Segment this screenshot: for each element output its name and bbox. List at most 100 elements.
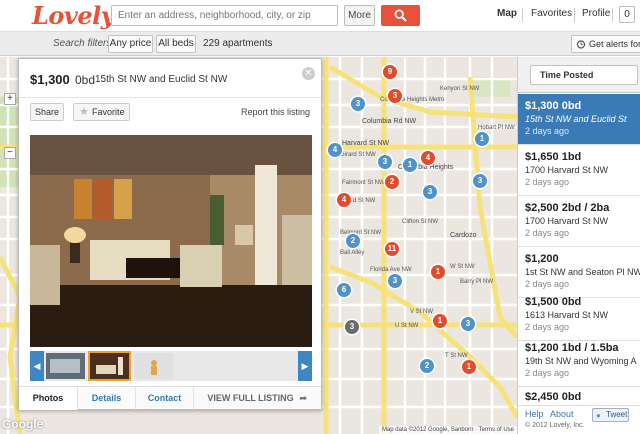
sort-dropdown[interactable]: Time Posted	[530, 65, 638, 85]
thumbnail-next-arrow[interactable]: ▶	[298, 351, 312, 381]
map-marker[interactable]: 4	[421, 151, 435, 165]
listing-date: 2 days ago	[525, 177, 570, 187]
tweet-button[interactable]: ● Tweet	[592, 408, 629, 422]
google-logo: Google	[2, 417, 44, 431]
map-marker[interactable]: 3	[345, 320, 359, 334]
share-button[interactable]: Share	[30, 103, 64, 121]
nav-profile[interactable]: Profile	[582, 8, 610, 19]
map-label-bali: Bali Alley	[340, 250, 365, 256]
lovely-logo[interactable]: Lovely	[32, 1, 115, 30]
search-input[interactable]	[111, 5, 338, 26]
beds-filter-button[interactable]: All beds	[156, 35, 196, 53]
favorites-count-badge[interactable]: 0	[619, 6, 635, 23]
map-label-clifton: Clifton St NW	[402, 219, 439, 225]
map-marker[interactable]: 3	[423, 185, 437, 199]
twitter-bird-icon: ●	[596, 411, 601, 420]
close-icon[interactable]: ✕	[302, 67, 315, 80]
sort-header: Time Posted	[518, 57, 640, 93]
map-label-cardozo: Cardozo	[450, 232, 477, 239]
nav-map[interactable]: Map	[497, 8, 517, 19]
nav-divider	[522, 8, 523, 22]
list-item[interactable]: $1,300 0bd 15th St NW and Euclid St 2 da…	[518, 94, 640, 145]
list-item[interactable]: $1,200 1bd / 1.5ba 19th St NW and Wyomin…	[518, 336, 640, 387]
listing-address: 15th St NW and Euclid St	[525, 114, 627, 124]
listing-title: $1,200	[525, 253, 559, 265]
more-button[interactable]: More	[344, 5, 375, 26]
map-label-fairmont: Fairmont St NW	[342, 180, 385, 186]
thumbnail-prev-arrow[interactable]: ◀	[30, 351, 44, 381]
listing-date: 2 days ago	[525, 126, 570, 136]
listing-title: $1,500 0bd	[525, 296, 582, 308]
map-marker[interactable]: 2	[420, 359, 434, 373]
search-button[interactable]	[381, 5, 420, 26]
listing-title: $1,300 0bd	[525, 100, 582, 112]
list-item[interactable]: $2,500 2bd / 2ba 1700 Harvard St NW 2 da…	[518, 196, 640, 247]
map-marker[interactable]: 1	[462, 360, 476, 374]
map-marker[interactable]: 2	[346, 234, 360, 248]
list-item[interactable]: $1,500 0bd 1613 Harvard St NW 2 days ago	[518, 290, 640, 341]
star-icon: ★	[79, 106, 89, 118]
help-link[interactable]: Help	[525, 409, 544, 419]
map-marker[interactable]: 1	[433, 314, 447, 328]
nav-favorites[interactable]: Favorites	[531, 8, 572, 19]
map-marker[interactable]: 1	[431, 265, 445, 279]
map-marker[interactable]: 3	[388, 89, 402, 103]
get-alerts-button[interactable]: Get alerts for th	[571, 35, 640, 53]
listing-photo[interactable]	[30, 135, 312, 347]
thumbnail-image	[134, 353, 173, 379]
map-marker[interactable]: 3	[388, 274, 402, 288]
map-marker[interactable]: 11	[385, 242, 399, 256]
listing-address: 15th St NW and Euclid St NW	[95, 74, 228, 85]
listing-address: 19th St NW and Wyoming A	[525, 356, 637, 366]
listing-title: $1,650 1bd	[525, 151, 582, 163]
listing-address: 1613 Harvard St NW	[525, 310, 609, 320]
list-item[interactable]: $1,650 1bd 1700 Harvard St NW 2 days ago	[518, 145, 640, 196]
map-marker[interactable]: 3	[461, 317, 475, 331]
map-marker[interactable]: 1	[475, 132, 489, 146]
listing-date: 2 days ago	[525, 368, 570, 378]
map-marker[interactable]: 9	[383, 65, 397, 79]
listing-address: 1st St NW and Seaton Pl NW	[525, 267, 640, 277]
zoom-out-button[interactable]: −	[4, 147, 16, 159]
map-label-girard: Girard St NW	[340, 152, 376, 158]
nav-divider	[574, 8, 575, 22]
map-marker[interactable]: 1	[403, 158, 417, 172]
report-listing-link[interactable]: Report this listing	[241, 107, 310, 117]
map-label-barry: Barry Pl NW	[460, 279, 493, 285]
apartment-count: 229 apartments	[203, 38, 273, 49]
map-marker[interactable]: 3	[351, 97, 365, 111]
map-marker[interactable]: 3	[378, 155, 392, 169]
listing-beds: 0bd	[75, 73, 96, 87]
nav-divider	[612, 8, 613, 22]
map-marker[interactable]: 4	[337, 193, 351, 207]
favorite-button[interactable]: ★ Favorite	[73, 103, 130, 121]
map-attribution[interactable]: Map data ©2012 Google, Sanborn · Terms o…	[378, 426, 517, 434]
listing-title: $2,500 2bd / 2ba	[525, 202, 610, 214]
map-marker[interactable]: 6	[337, 283, 351, 297]
listing-address: 1700 Harvard St NW	[525, 216, 609, 226]
search-icon	[394, 9, 407, 22]
photo-thumbnail-selected[interactable]	[88, 351, 131, 381]
view-full-listing-label: VIEW FULL LISTING	[207, 393, 294, 403]
tweet-label: Tweet	[606, 410, 628, 419]
photo-thumbnail[interactable]	[134, 353, 173, 379]
map-label-columbia-rd: Columbia Rd NW	[362, 118, 417, 125]
map-label-belmont: Belmont St NW	[340, 230, 382, 236]
map-marker[interactable]: 3	[473, 174, 487, 188]
map-marker[interactable]: 4	[328, 143, 342, 157]
tab-details[interactable]: Details	[78, 387, 136, 410]
listing-date: 2 days ago	[525, 279, 570, 289]
share-arrow-icon: ➦	[299, 393, 307, 403]
tab-photos[interactable]: Photos	[19, 387, 78, 410]
photo-thumbnail[interactable]	[46, 353, 85, 379]
lobby-photo	[30, 135, 312, 347]
map-label-florida: Florida Ave NW	[370, 267, 412, 273]
about-link[interactable]: About	[550, 409, 574, 419]
thumbnail-strip: ◀ ▶	[30, 351, 312, 381]
tab-contact[interactable]: Contact	[136, 387, 194, 410]
price-filter-button[interactable]: Any price	[108, 35, 153, 53]
zoom-in-button[interactable]: +	[4, 93, 16, 105]
thumbnail-image	[90, 353, 129, 379]
view-full-listing-link[interactable]: VIEW FULL LISTING ➦	[194, 387, 323, 410]
map-marker[interactable]: 2	[385, 175, 399, 189]
